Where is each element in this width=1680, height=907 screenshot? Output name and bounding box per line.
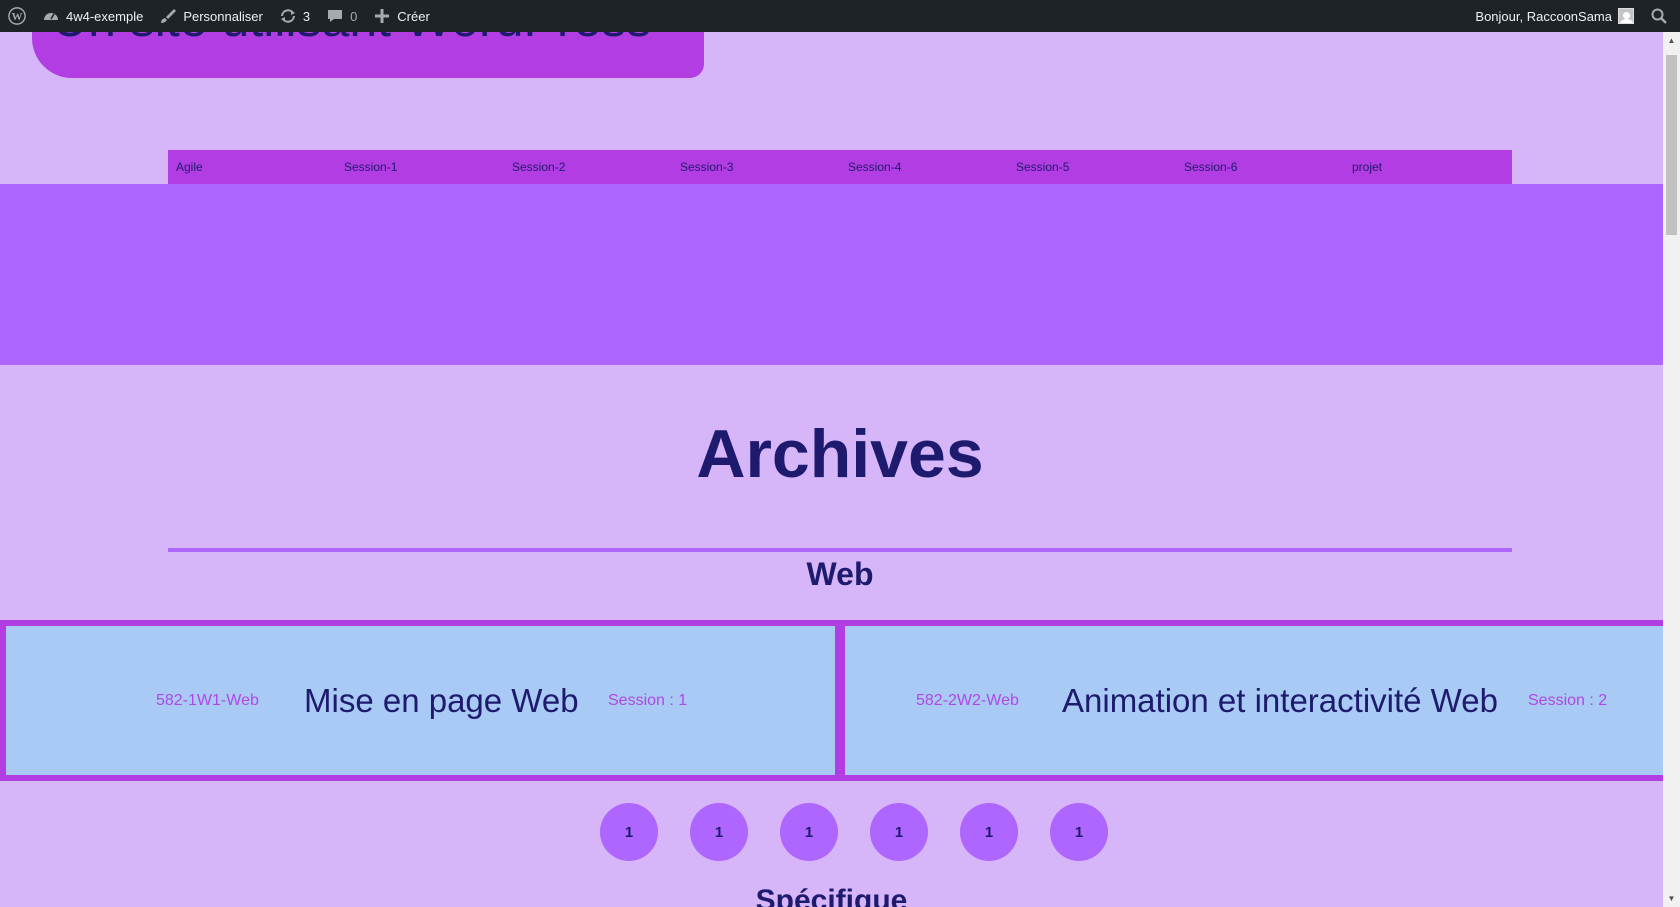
circle-button[interactable]: 1 [870,803,928,861]
new-content-link[interactable]: Créer [365,0,438,32]
scrollbar-thumb[interactable] [1666,55,1677,235]
comment-icon [326,7,344,25]
avatar [1618,8,1634,24]
updates-count: 3 [302,8,311,24]
circle-buttons: 1 1 1 1 1 1 [600,803,1108,861]
menu-item-session-4[interactable]: Session-4 [840,160,1008,174]
page-title: Archives [696,416,984,492]
page-scrollbar[interactable]: ▲ ▼ [1663,32,1680,907]
comments-link[interactable]: 0 [318,0,365,32]
updates-icon [279,7,297,25]
title-divider [168,548,1512,552]
course-card[interactable]: 582-2W2-Web Animation et interactivité W… [845,626,1663,775]
admin-bar: W 4w4-exemple Personnaliser 3 0 Créer Bo… [0,0,1680,32]
course-card[interactable]: 582-1W1-Web Mise en page Web Session : 1 [6,626,835,775]
wordpress-icon: W [8,7,26,25]
section-title-specifique: Spécifique [755,884,908,907]
plus-icon [373,7,391,25]
customize-link[interactable]: Personnaliser [151,0,271,32]
brush-icon [159,7,177,25]
new-content-label: Créer [397,8,430,24]
course-cards: 582-1W1-Web Mise en page Web Session : 1… [0,620,1663,781]
menu-item-session-3[interactable]: Session-3 [672,160,840,174]
scroll-up-arrow-icon[interactable]: ▲ [1663,32,1680,49]
svg-text:W: W [12,11,23,23]
menu-item-agile[interactable]: Agile [168,160,336,174]
circle-button[interactable]: 1 [780,803,838,861]
circle-button[interactable]: 1 [600,803,658,861]
course-code: 582-2W2-Web [916,692,1019,709]
dashboard-icon [42,7,60,25]
greeting-label: Bonjour, RaccoonSama [1475,8,1612,24]
search-button[interactable] [1642,0,1680,32]
hero-banner [0,184,1663,365]
section-title-web: Web [806,556,874,592]
menu-item-session-5[interactable]: Session-5 [1008,160,1176,174]
customize-label: Personnaliser [183,8,263,24]
circle-button[interactable]: 1 [1050,803,1108,861]
course-name[interactable]: Animation et interactivité Web [1062,682,1498,720]
circle-button[interactable]: 1 [960,803,1018,861]
my-account-link[interactable]: Bonjour, RaccoonSama [1467,0,1642,32]
main-menu: Agile Session-1 Session-2 Session-3 Sess… [168,150,1512,184]
course-name[interactable]: Mise en page Web [304,682,579,720]
menu-item-projet[interactable]: projet [1344,160,1512,174]
course-session: Session : 1 [608,692,688,709]
comments-count: 0 [350,8,358,24]
circle-button[interactable]: 1 [690,803,748,861]
site-name-label: 4w4-exemple [66,8,144,24]
course-code: 582-1W1-Web [156,692,259,709]
menu-item-session-1[interactable]: Session-1 [336,160,504,174]
menu-item-session-2[interactable]: Session-2 [504,160,672,174]
wordpress-logo-button[interactable]: W [0,0,34,32]
course-session: Session : 2 [1528,692,1608,709]
site-name-link[interactable]: 4w4-exemple [34,0,151,32]
menu-item-session-6[interactable]: Session-6 [1176,160,1344,174]
search-icon [1650,7,1668,25]
scroll-down-arrow-icon[interactable]: ▼ [1663,890,1680,907]
updates-link[interactable]: 3 [271,0,318,32]
